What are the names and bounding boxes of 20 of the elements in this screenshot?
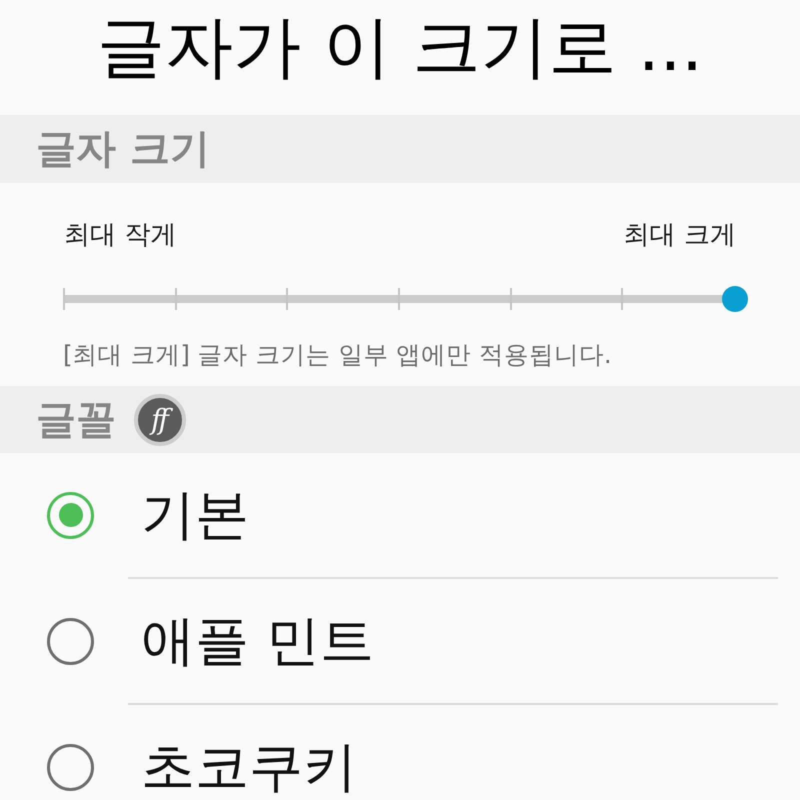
tick-mark: [621, 288, 624, 310]
max-size-label: 최대 크게: [624, 219, 736, 251]
font-option-label[interactable]: 기본: [141, 484, 249, 546]
section-title: 글자 크기: [36, 125, 210, 173]
radio-button[interactable]: [47, 744, 94, 790]
section-title: 글꼴: [36, 396, 116, 444]
font-size-note: [최대 크게] 글자 크기는 일부 앱에만 적용됩니다.: [63, 340, 612, 369]
tick-mark: [63, 288, 65, 310]
min-size-label: 최대 작게: [64, 219, 176, 251]
tick-mark: [174, 288, 177, 310]
slider-thumb[interactable]: [722, 286, 748, 312]
font-preview-text: 글자가 이 크기로 ...: [97, 8, 703, 88]
radio-button[interactable]: [47, 618, 94, 664]
font-badge: ff: [134, 394, 186, 446]
tick-mark: [398, 288, 400, 310]
font-option-label[interactable]: 애플 민트: [141, 610, 374, 672]
tick-mark: [510, 288, 512, 310]
radio-button[interactable]: [47, 492, 94, 538]
font-option-label[interactable]: 초코쿠키: [141, 736, 357, 798]
tick-mark: [286, 288, 288, 310]
